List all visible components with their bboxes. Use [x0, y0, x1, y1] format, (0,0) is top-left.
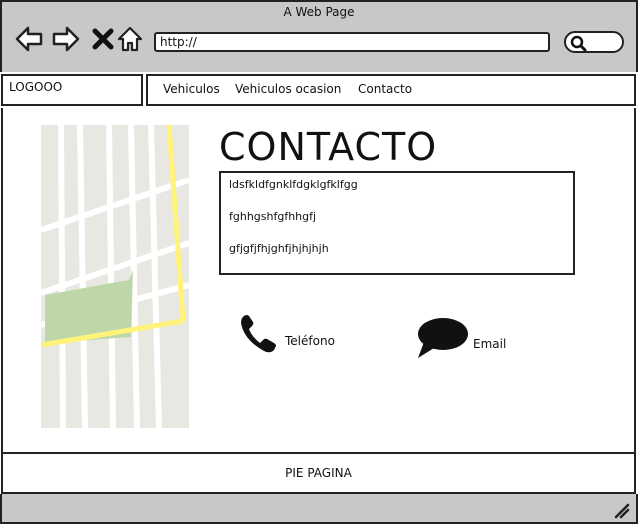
search-input[interactable]	[564, 31, 624, 53]
window-title: A Web Page	[283, 5, 355, 19]
back-arrow-icon[interactable]	[14, 24, 44, 54]
nav-item-vehiculos-ocasion[interactable]: Vehiculos ocasion	[235, 82, 341, 96]
nav-item-contacto[interactable]: Contacto	[358, 82, 412, 96]
text-line: fghhgshfgfhhgfj	[229, 210, 317, 223]
nav-item-vehiculos[interactable]: Vehiculos	[163, 82, 220, 96]
map-image[interactable]	[41, 125, 189, 428]
logo[interactable]: LOGOOO	[1, 74, 143, 106]
url-input[interactable]: http://	[154, 32, 550, 52]
close-x-icon[interactable]	[88, 24, 118, 54]
text-line: ldsfkldfgnklfdgklgfklfgg	[229, 178, 358, 191]
text-line: gfjgfjfhjghfjhjhjhjh	[229, 242, 329, 255]
forward-arrow-icon[interactable]	[51, 24, 81, 54]
home-icon[interactable]	[115, 24, 145, 54]
status-bar	[0, 494, 638, 524]
page-footer: PIE PAGINA	[1, 452, 636, 494]
speech-bubble-icon[interactable]	[416, 316, 470, 360]
phone-label[interactable]: Teléfono	[285, 334, 335, 348]
phone-icon[interactable]	[238, 312, 282, 356]
page-title: CONTACTO	[219, 125, 438, 169]
resize-grip-icon[interactable]	[612, 501, 630, 519]
email-label[interactable]: Email	[473, 337, 506, 351]
contact-text-box: ldsfkldfgnklfdgklgfklfgg fghhgshfgfhhgfj…	[219, 171, 575, 275]
search-icon	[570, 35, 587, 52]
